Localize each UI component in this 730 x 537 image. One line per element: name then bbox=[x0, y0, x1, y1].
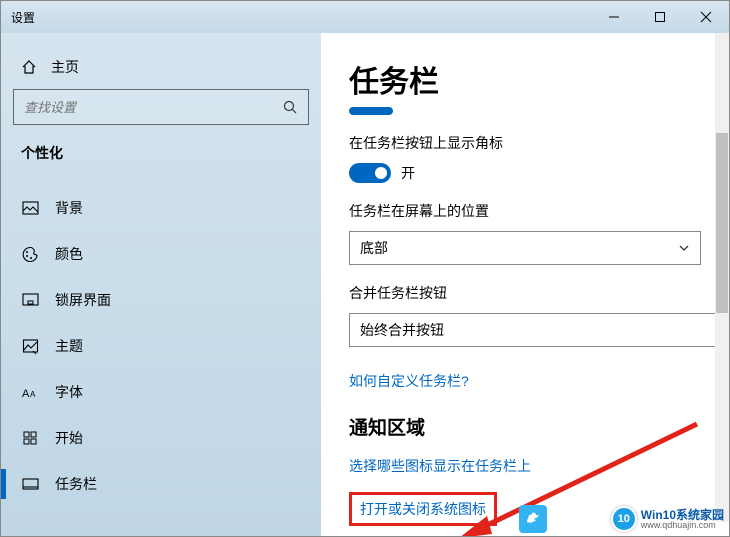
annotation-highlight-box: 打开或关闭系统图标 bbox=[349, 492, 497, 526]
badge-toggle[interactable] bbox=[349, 163, 391, 183]
theme-icon bbox=[21, 338, 39, 355]
nav-label: 锁屏界面 bbox=[55, 290, 111, 310]
watermark-bird-icon bbox=[519, 505, 547, 533]
search-input[interactable] bbox=[24, 100, 282, 115]
window-title: 设置 bbox=[11, 9, 35, 26]
watermark-url: www.qdhuajin.com bbox=[641, 521, 724, 530]
nav-label: 开始 bbox=[55, 428, 83, 448]
notification-area-header: 通知区域 bbox=[349, 413, 729, 440]
select-icons-link[interactable]: 选择哪些图标显示在任务栏上 bbox=[349, 456, 531, 476]
search-box[interactable] bbox=[13, 89, 309, 125]
palette-icon bbox=[21, 246, 39, 263]
nav-label: 主题 bbox=[55, 336, 83, 356]
watermark: 10 Win10系统家园 www.qdhuajin.com bbox=[579, 505, 724, 533]
search-icon bbox=[282, 99, 298, 115]
lockscreen-icon bbox=[21, 292, 39, 309]
titlebar-controls bbox=[591, 1, 729, 33]
nav-label: 字体 bbox=[55, 382, 83, 402]
taskbar-icon bbox=[21, 476, 39, 493]
nav-label: 背景 bbox=[55, 198, 83, 218]
position-dropdown[interactable]: 底部 bbox=[349, 231, 701, 265]
sidebar-item-taskbar[interactable]: 任务栏 bbox=[13, 461, 309, 507]
sidebar-item-theme[interactable]: 主题 bbox=[13, 323, 309, 369]
sidebar-item-color[interactable]: 颜色 bbox=[13, 231, 309, 277]
scrollbar-track[interactable] bbox=[715, 33, 729, 522]
minimize-button[interactable] bbox=[591, 1, 637, 33]
home-label: 主页 bbox=[51, 57, 79, 77]
home-link[interactable]: 主页 bbox=[13, 51, 309, 89]
partial-toggle-icon bbox=[349, 107, 393, 115]
sidebar: 主页 个性化 背景 颜色 锁屏界面 bbox=[1, 33, 321, 536]
section-label: 个性化 bbox=[13, 143, 309, 175]
sidebar-item-font[interactable]: AA 字体 bbox=[13, 369, 309, 415]
picture-icon bbox=[21, 200, 39, 217]
position-setting-label: 任务栏在屏幕上的位置 bbox=[349, 201, 729, 221]
close-button[interactable] bbox=[683, 1, 729, 33]
sidebar-item-lockscreen[interactable]: 锁屏界面 bbox=[13, 277, 309, 323]
system-icons-link[interactable]: 打开或关闭系统图标 bbox=[360, 499, 486, 519]
nav-label: 任务栏 bbox=[55, 474, 97, 494]
maximize-button[interactable] bbox=[637, 1, 683, 33]
combine-dropdown-value: 始终合并按钮 bbox=[360, 320, 444, 340]
titlebar: 设置 bbox=[1, 1, 729, 33]
customize-taskbar-link[interactable]: 如何自定义任务栏? bbox=[349, 371, 469, 391]
sidebar-item-start[interactable]: 开始 bbox=[13, 415, 309, 461]
start-icon bbox=[21, 430, 39, 447]
page-title: 任务栏 bbox=[349, 57, 729, 101]
font-icon: AA bbox=[21, 384, 39, 401]
home-icon bbox=[21, 59, 37, 75]
position-dropdown-value: 底部 bbox=[360, 238, 388, 258]
scrollbar-thumb[interactable] bbox=[716, 133, 728, 313]
combine-setting-label: 合并任务栏按钮 bbox=[349, 283, 729, 303]
combine-dropdown[interactable]: 始终合并按钮 bbox=[349, 313, 729, 347]
watermark-title: Win10系统家园 bbox=[641, 509, 724, 521]
chevron-down-icon bbox=[678, 242, 690, 254]
sidebar-item-background[interactable]: 背景 bbox=[13, 185, 309, 231]
badge-toggle-state: 开 bbox=[401, 163, 415, 183]
badge-setting-label: 在任务栏按钮上显示角标 bbox=[349, 133, 729, 153]
nav-label: 颜色 bbox=[55, 244, 83, 264]
nav-list: 背景 颜色 锁屏界面 主题 AA 字体 bbox=[13, 185, 309, 507]
svg-text:A: A bbox=[30, 390, 36, 399]
content-pane: 任务栏 在任务栏按钮上显示角标 开 任务栏在屏幕上的位置 底部 合并任务栏按钮 bbox=[321, 33, 729, 536]
watermark-badge-icon: 10 bbox=[611, 506, 637, 532]
svg-text:A: A bbox=[22, 388, 30, 400]
